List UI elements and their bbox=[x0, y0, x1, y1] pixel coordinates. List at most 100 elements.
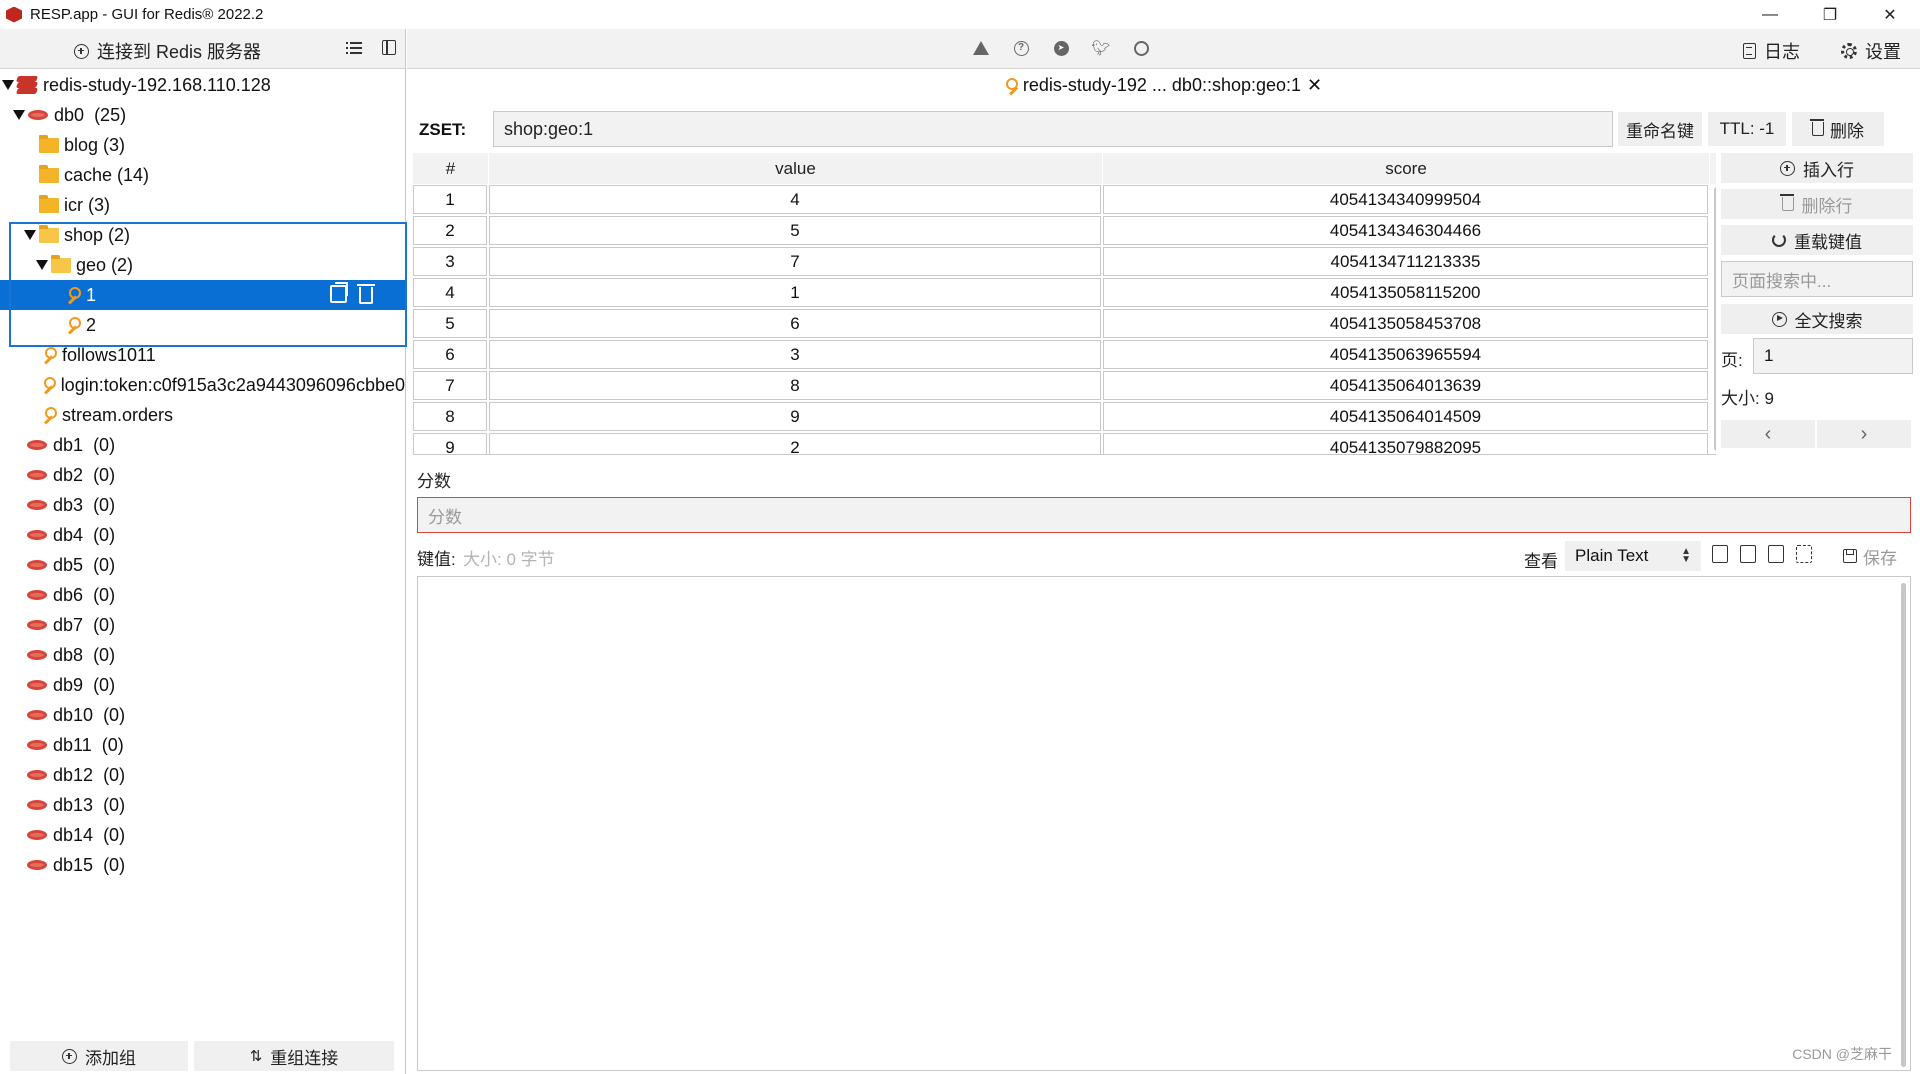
db-node[interactable]: db4 (0) bbox=[0, 520, 405, 550]
close-window-button[interactable]: ✕ bbox=[1860, 0, 1920, 29]
database-icon bbox=[27, 830, 47, 840]
expand-arrow-icon[interactable] bbox=[36, 260, 48, 270]
key-node[interactable]: 2 bbox=[0, 310, 405, 340]
table-row[interactable]: 3 7 4054134711213335 bbox=[413, 246, 1716, 277]
db-node[interactable]: db13 (0) bbox=[0, 790, 405, 820]
key-node[interactable]: stream.orders bbox=[0, 400, 405, 430]
folder-shop[interactable]: shop (2) bbox=[0, 220, 405, 250]
table-scrollbar[interactable] bbox=[1714, 187, 1716, 451]
cell-value[interactable]: 7 bbox=[489, 247, 1101, 276]
connect-server-button[interactable]: 连接到 Redis 服务器 bbox=[74, 38, 261, 64]
twitter-icon[interactable]: 🐦︎ bbox=[1091, 40, 1110, 57]
rename-key-button[interactable]: 重命名键 bbox=[1618, 112, 1702, 146]
score-input[interactable]: 分数 bbox=[417, 497, 1911, 533]
table-row[interactable]: 6 3 4054135063965594 bbox=[413, 339, 1716, 370]
db-node[interactable]: db12 (0) bbox=[0, 760, 405, 790]
cell-score[interactable]: 4054135058453708 bbox=[1103, 309, 1708, 338]
db-node[interactable]: db8 (0) bbox=[0, 640, 405, 670]
folder-geo[interactable]: geo (2) bbox=[0, 250, 405, 280]
table-row[interactable]: 5 6 4054135058453708 bbox=[413, 308, 1716, 339]
delete-key-button[interactable]: 删除 bbox=[1792, 112, 1884, 146]
cell-value[interactable]: 9 bbox=[489, 402, 1101, 431]
db-node[interactable]: db1 (0) bbox=[0, 430, 405, 460]
restore-button[interactable]: ❐ bbox=[1800, 0, 1860, 29]
db-node[interactable]: db14 (0) bbox=[0, 820, 405, 850]
db-node[interactable]: db6 (0) bbox=[0, 580, 405, 610]
cell-score[interactable]: 4054135063965594 bbox=[1103, 340, 1708, 369]
warning-icon[interactable] bbox=[973, 40, 989, 56]
cell-score[interactable]: 4054135064014509 bbox=[1103, 402, 1708, 431]
value-editor[interactable]: CSDN @芝麻干 bbox=[417, 576, 1911, 1071]
key-node-selected[interactable]: 1 bbox=[0, 280, 405, 310]
expand-arrow-icon[interactable] bbox=[24, 230, 36, 240]
format-value-icon[interactable] bbox=[1768, 545, 1784, 563]
key-node[interactable]: login:token:c0f915a3c2a9443096096cbbe0 bbox=[0, 370, 405, 400]
fullscreen-icon[interactable] bbox=[1796, 545, 1812, 563]
telegram-icon[interactable]: ➤ bbox=[1053, 40, 1069, 56]
editor-scrollbar[interactable] bbox=[1901, 583, 1906, 1067]
fulltext-search-button[interactable]: 全文搜索 bbox=[1721, 304, 1913, 334]
copy-key-icon[interactable] bbox=[330, 282, 348, 303]
table-row[interactable]: 7 8 4054135064013639 bbox=[413, 370, 1716, 401]
list-view-icon[interactable] bbox=[346, 40, 362, 56]
expand-arrow-icon[interactable] bbox=[13, 110, 25, 120]
db-node[interactable]: db3 (0) bbox=[0, 490, 405, 520]
page-search-input[interactable]: 页面搜索中... bbox=[1721, 261, 1913, 297]
toggle-panel-icon[interactable] bbox=[382, 40, 396, 55]
db-node[interactable]: db11 (0) bbox=[0, 730, 405, 760]
minimize-button[interactable]: — bbox=[1740, 0, 1800, 29]
view-mode-select[interactable]: Plain Text ▲ ▼ bbox=[1565, 541, 1701, 571]
log-button[interactable]: 日志 bbox=[1743, 38, 1800, 64]
cell-value[interactable]: 3 bbox=[489, 340, 1101, 369]
cell-value[interactable]: 1 bbox=[489, 278, 1101, 307]
insert-row-button[interactable]: 插入行 bbox=[1721, 153, 1913, 183]
key-name-field[interactable]: shop:geo:1 bbox=[493, 111, 1613, 147]
folder-blog[interactable]: blog (3) bbox=[0, 130, 405, 160]
table-row[interactable]: 4 1 4054135058115200 bbox=[413, 277, 1716, 308]
cell-value[interactable]: 8 bbox=[489, 371, 1101, 400]
cell-value[interactable]: 6 bbox=[489, 309, 1101, 338]
save-button[interactable]: 保存 bbox=[1843, 541, 1913, 571]
db-node[interactable]: db10 (0) bbox=[0, 700, 405, 730]
cell-value[interactable]: 4 bbox=[489, 185, 1101, 214]
export-value-icon[interactable] bbox=[1740, 545, 1756, 563]
server-node[interactable]: redis-study-192.168.110.128 bbox=[0, 70, 405, 100]
db-node[interactable]: db5 (0) bbox=[0, 550, 405, 580]
add-group-button[interactable]: 添加组 bbox=[10, 1041, 188, 1071]
cell-score[interactable]: 4054135079882095 bbox=[1103, 433, 1708, 454]
close-tab-icon[interactable]: ✕ bbox=[1307, 75, 1322, 96]
cell-score[interactable]: 4054134346304466 bbox=[1103, 216, 1708, 245]
cell-value[interactable]: 5 bbox=[489, 216, 1101, 245]
github-icon[interactable] bbox=[1133, 40, 1149, 56]
table-row[interactable]: 8 9 4054135064014509 bbox=[413, 401, 1716, 432]
folder-cache[interactable]: cache (14) bbox=[0, 160, 405, 190]
folder-icr[interactable]: icr (3) bbox=[0, 190, 405, 220]
table-row[interactable]: 1 4 4054134340999504 bbox=[413, 184, 1716, 215]
db-node[interactable]: db2 (0) bbox=[0, 460, 405, 490]
reload-value-button[interactable]: 重载键值 bbox=[1721, 225, 1913, 255]
page-number-input[interactable]: 1 bbox=[1753, 338, 1913, 374]
db-node[interactable]: db15 (0) bbox=[0, 850, 405, 880]
db0-node[interactable]: db0 (25) bbox=[0, 100, 405, 130]
cell-score[interactable]: 4054134340999504 bbox=[1103, 185, 1708, 214]
cell-score[interactable]: 4054134711213335 bbox=[1103, 247, 1708, 276]
db-node[interactable]: db7 (0) bbox=[0, 610, 405, 640]
cell-score[interactable]: 4054135064013639 bbox=[1103, 371, 1708, 400]
cell-value[interactable]: 2 bbox=[489, 433, 1101, 454]
db-node[interactable]: db9 (0) bbox=[0, 670, 405, 700]
settings-button[interactable]: 设置 bbox=[1841, 38, 1901, 64]
cell-score[interactable]: 4054135058115200 bbox=[1103, 278, 1708, 307]
delete-key-icon[interactable] bbox=[357, 284, 375, 304]
ttl-button[interactable]: TTL: -1 bbox=[1708, 112, 1786, 146]
key-tab[interactable]: redis-study-192 ... db0::shop:geo:1 ✕ bbox=[407, 70, 1920, 100]
key-node[interactable]: follows1011 bbox=[0, 340, 405, 370]
expand-arrow-icon[interactable] bbox=[2, 80, 14, 90]
next-page-button[interactable]: › bbox=[1817, 420, 1911, 448]
prev-page-button[interactable]: ‹ bbox=[1721, 420, 1815, 448]
table-row[interactable]: 2 5 4054134346304466 bbox=[413, 215, 1716, 246]
copy-value-icon[interactable] bbox=[1712, 545, 1728, 563]
regroup-connections-button[interactable]: ⇅ 重组连接 bbox=[194, 1041, 394, 1071]
help-icon[interactable]: ? bbox=[1013, 40, 1029, 56]
delete-row-button[interactable]: 删除行 bbox=[1721, 189, 1913, 219]
table-row[interactable]: 9 2 4054135079882095 bbox=[413, 432, 1716, 454]
